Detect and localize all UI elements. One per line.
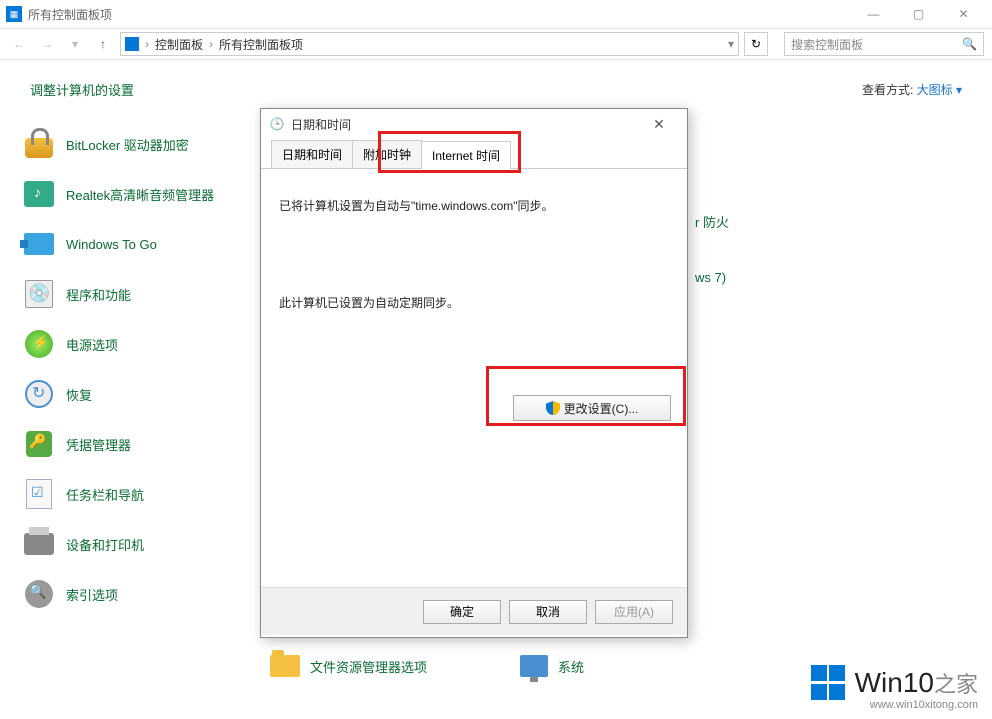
cp-item-bitlocker[interactable]: BitLocker 驱动器加密 — [20, 119, 260, 169]
close-button[interactable]: ✕ — [941, 0, 986, 28]
cp-item-indexing[interactable]: 索引选项 — [20, 569, 260, 619]
folder-icon — [270, 655, 300, 677]
cp-item-credentials[interactable]: 凭据管理器 — [20, 419, 260, 469]
credentials-icon — [26, 431, 52, 457]
shield-icon — [546, 401, 560, 415]
window-title: 所有控制面板项 — [28, 6, 112, 23]
refresh-button[interactable]: ↻ — [744, 32, 768, 56]
sync-status-text: 已将计算机设置为自动与"time.windows.com"同步。 — [279, 197, 669, 214]
breadcrumb-sep: › — [209, 37, 213, 51]
up-button[interactable]: ↑ — [92, 33, 114, 55]
cp-item-windowstogo[interactable]: Windows To Go — [20, 219, 260, 269]
page-title: 调整计算机的设置 — [30, 80, 134, 99]
content-header: 调整计算机的设置 查看方式: 大图标 ▾ — [0, 60, 992, 109]
cp-item-firewall-partial[interactable]: r 防火 — [695, 212, 729, 231]
dialog-tabs: 日期和时间 附加时钟 Internet 时间 — [261, 139, 687, 169]
cp-item-partial[interactable]: ws 7) — [695, 270, 726, 285]
cp-item-realtek[interactable]: Realtek高清晰音频管理器 — [20, 169, 260, 219]
ok-button[interactable]: 确定 — [423, 600, 501, 624]
cancel-button[interactable]: 取消 — [509, 600, 587, 624]
breadcrumb-root[interactable]: 控制面板 — [155, 36, 203, 53]
dialog-body: 已将计算机设置为自动与"time.windows.com"同步。 此计算机已设置… — [261, 169, 687, 587]
cp-item-programs[interactable]: 程序和功能 — [20, 269, 260, 319]
datetime-dialog: 🕒 日期和时间 ✕ 日期和时间 附加时钟 Internet 时间 已将计算机设置… — [260, 108, 688, 638]
recovery-icon — [25, 380, 53, 408]
dialog-footer: 确定 取消 应用(A) — [261, 587, 687, 635]
cp-item-recovery[interactable]: 恢复 — [20, 369, 260, 419]
control-panel-icon — [125, 37, 139, 51]
power-icon — [25, 330, 53, 358]
windows-logo-icon — [811, 665, 847, 701]
minimize-button[interactable]: — — [851, 0, 896, 28]
programs-icon — [25, 280, 53, 308]
taskbar-icon — [26, 479, 52, 509]
tab-internet-time[interactable]: Internet 时间 — [421, 141, 511, 169]
view-label: 查看方式: — [862, 83, 913, 97]
apply-button[interactable]: 应用(A) — [595, 600, 673, 624]
address-bar[interactable]: › 控制面板 › 所有控制面板项 ▾ — [120, 32, 739, 56]
watermark: Win10之家 www.win10xitong.com — [811, 665, 978, 711]
search-input[interactable]: 搜索控制面板 🔍 — [784, 32, 984, 56]
dialog-title: 日期和时间 — [291, 116, 351, 133]
app-icon: ▦ — [6, 6, 22, 22]
audio-icon — [24, 181, 54, 207]
printer-icon — [24, 533, 54, 555]
search-icon: 🔍 — [962, 37, 977, 51]
address-dropdown-icon[interactable]: ▾ — [728, 37, 734, 51]
toolbar: ← → ▾ ↑ › 控制面板 › 所有控制面板项 ▾ ↻ 搜索控制面板 🔍 — [0, 28, 992, 60]
dialog-icon: 🕒 — [269, 116, 285, 132]
back-button[interactable]: ← — [8, 33, 30, 55]
togo-icon — [24, 233, 54, 255]
cp-item-system[interactable]: 系统 — [520, 655, 584, 677]
dialog-titlebar: 🕒 日期和时间 ✕ — [261, 109, 687, 139]
cp-item-explorer-options[interactable]: 文件资源管理器选项 — [270, 655, 427, 677]
breadcrumb-current[interactable]: 所有控制面板项 — [219, 36, 303, 53]
tab-additional-clocks[interactable]: 附加时钟 — [352, 140, 422, 168]
cp-item-taskbar[interactable]: 任务栏和导航 — [20, 469, 260, 519]
system-icon — [520, 655, 548, 677]
window-controls: — ▢ ✕ — [851, 0, 986, 28]
breadcrumb-sep: › — [145, 37, 149, 51]
view-value-link[interactable]: 大图标 ▾ — [917, 83, 962, 97]
lock-icon — [25, 138, 53, 158]
change-settings-button[interactable]: 更改设置(C)... — [513, 395, 671, 421]
forward-button[interactable]: → — [36, 33, 58, 55]
search-placeholder: 搜索控制面板 — [791, 36, 863, 53]
tab-datetime[interactable]: 日期和时间 — [271, 140, 353, 168]
index-icon — [25, 580, 53, 608]
maximize-button[interactable]: ▢ — [896, 0, 941, 28]
cp-item-power[interactable]: 电源选项 — [20, 319, 260, 369]
view-mode: 查看方式: 大图标 ▾ — [862, 81, 962, 98]
auto-sync-text: 此计算机已设置为自动定期同步。 — [279, 294, 669, 311]
window-titlebar: ▦ 所有控制面板项 — ▢ ✕ — [0, 0, 992, 28]
dialog-close-button[interactable]: ✕ — [639, 110, 679, 138]
cp-item-devices[interactable]: 设备和打印机 — [20, 519, 260, 569]
recent-dropdown[interactable]: ▾ — [64, 33, 86, 55]
